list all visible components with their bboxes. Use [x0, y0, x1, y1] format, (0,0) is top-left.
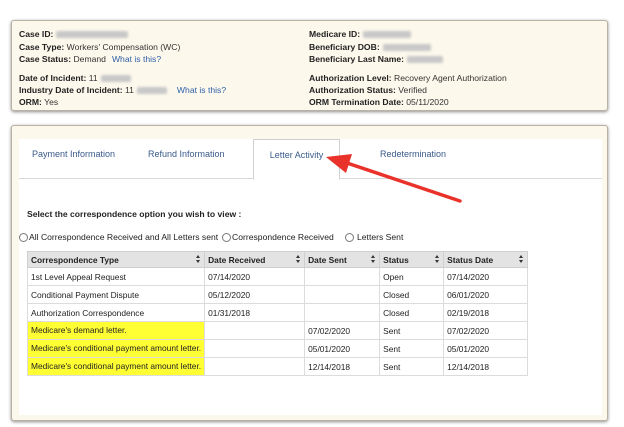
case-type: Case Type: Workers' Compensation (WC) [19, 42, 181, 52]
cell-status: Open [379, 267, 445, 286]
radio-label: Correspondence Received [232, 232, 334, 242]
radio-label: Letters Sent [357, 232, 404, 242]
correspondence-table: Correspondence Type Date Received Date S… [26, 251, 529, 376]
beneficiary-last-name: Beneficiary Last Name: [309, 54, 444, 65]
industry-date-what-is-this-link[interactable]: What is this? [177, 85, 226, 95]
cell-status: Sent [379, 339, 445, 358]
table-row[interactable]: Medicare's conditional payment amount le… [26, 339, 529, 358]
cell-date-sent: 12/14/2018 [304, 357, 381, 376]
radio-button[interactable] [19, 232, 28, 242]
cell-date-sent: 07/02/2020 [304, 321, 381, 340]
tab-payment-information[interactable]: Payment Information [32, 149, 115, 159]
sort-icon[interactable] [371, 255, 376, 264]
case-status: Case Status: Demand What is this? [19, 54, 162, 64]
cell-correspondence-type: 1st Level Appeal Request [26, 267, 206, 286]
cell-status-date: 02/19/2018 [443, 303, 529, 322]
cell-status-date: 12/14/2018 [443, 357, 529, 376]
cell-correspondence-type[interactable]: Medicare's demand letter. [26, 321, 206, 340]
cell-status: Sent [379, 321, 445, 340]
cell-date-received: 07/14/2020 [204, 267, 306, 286]
case-summary-panel: Case ID: Case Type: Workers' Compensatio… [11, 20, 608, 111]
col-header-date-sent[interactable]: Date Sent [304, 251, 381, 268]
authorization-level: Authorization Level: Recovery Agent Auth… [309, 73, 507, 83]
cell-status-date: 06/01/2020 [443, 285, 529, 304]
radio-correspondence-received[interactable]: Correspondence Received [222, 232, 334, 242]
col-header-status[interactable]: Status [379, 251, 445, 268]
cell-date-sent: 05/01/2020 [304, 339, 381, 358]
orm-termination-date: ORM Termination Date: 05/11/2020 [309, 97, 449, 107]
beneficiary-dob: Beneficiary DOB: [309, 42, 431, 53]
sort-icon[interactable] [435, 255, 440, 264]
cell-status: Closed [379, 285, 445, 304]
authorization-status: Authorization Status: Verified [309, 85, 427, 95]
cell-status-date: 07/14/2020 [443, 267, 529, 286]
highlighted-letter-link[interactable]: Medicare's conditional payment amount le… [28, 358, 205, 375]
cell-status-date: 07/02/2020 [443, 321, 529, 340]
tab-bar: Payment Information Refund Information L… [19, 139, 602, 180]
case-id: Case ID: [19, 29, 129, 40]
sort-icon[interactable] [519, 255, 524, 264]
table-row[interactable]: 1st Level Appeal Request 07/14/2020 Open… [26, 267, 529, 286]
industry-date-of-incident: Industry Date of Incident: 11 What is thi… [19, 85, 227, 95]
cell-correspondence-type[interactable]: Medicare's conditional payment amount le… [26, 357, 206, 376]
table-row[interactable]: Conditional Payment Dispute 05/12/2020 C… [26, 285, 529, 304]
cell-date-sent [304, 303, 381, 322]
cell-date-sent [304, 285, 381, 304]
cell-correspondence-type: Conditional Payment Dispute [26, 285, 206, 304]
cell-correspondence-type: Authorization Correspondence [26, 303, 206, 322]
radio-label: All Correspondence Received and All Lett… [29, 232, 219, 242]
table-row[interactable]: Authorization Correspondence 01/31/2018 … [26, 303, 529, 322]
cell-date-received: 05/12/2020 [204, 285, 306, 304]
table-row[interactable]: Medicare's conditional payment amount le… [26, 357, 529, 376]
col-header-status-date[interactable]: Status Date [443, 251, 529, 268]
radio-all-correspondence[interactable]: All Correspondence Received and All Lett… [19, 232, 218, 242]
radio-letters-sent[interactable]: Letters Sent [345, 232, 403, 242]
cell-date-sent [304, 267, 381, 286]
tab-redetermination[interactable]: Redetermination [380, 149, 446, 159]
radio-button[interactable] [222, 232, 231, 242]
cell-date-received [204, 321, 306, 340]
case-details-panel: Payment Information Refund Information L… [11, 125, 608, 421]
col-header-correspondence-type[interactable]: Correspondence Type [26, 251, 206, 268]
sort-icon[interactable] [296, 255, 301, 264]
tab-content-area: Payment Information Refund Information L… [19, 139, 602, 415]
highlighted-letter-link[interactable]: Medicare's demand letter. [28, 322, 205, 339]
medicare-id: Medicare ID: [309, 29, 412, 40]
cell-correspondence-type[interactable]: Medicare's conditional payment amount le… [26, 339, 206, 358]
cell-status: Closed [379, 303, 445, 322]
col-header-date-received[interactable]: Date Received [204, 251, 306, 268]
tab-refund-information[interactable]: Refund Information [148, 149, 225, 159]
cell-date-received [204, 339, 306, 358]
correspondence-prompt: Select the correspondence option you wis… [27, 209, 242, 219]
radio-button[interactable] [345, 232, 354, 242]
cell-date-received [204, 357, 306, 376]
cell-date-received: 01/31/2018 [204, 303, 306, 322]
case-status-what-is-this-link[interactable]: What is this? [112, 54, 161, 64]
highlighted-letter-link[interactable]: Medicare's conditional payment amount le… [28, 340, 205, 357]
cell-status: Sent [379, 357, 445, 376]
date-of-incident: Date of Incident: 11 [19, 73, 131, 84]
cell-status-date: 05/01/2020 [443, 339, 529, 358]
tab-letter-activity[interactable]: Letter Activity [253, 139, 340, 180]
sort-icon[interactable] [196, 255, 201, 264]
table-row[interactable]: Medicare's demand letter. 07/02/2020 Sen… [26, 321, 529, 340]
orm: ORM: Yes [19, 97, 59, 107]
